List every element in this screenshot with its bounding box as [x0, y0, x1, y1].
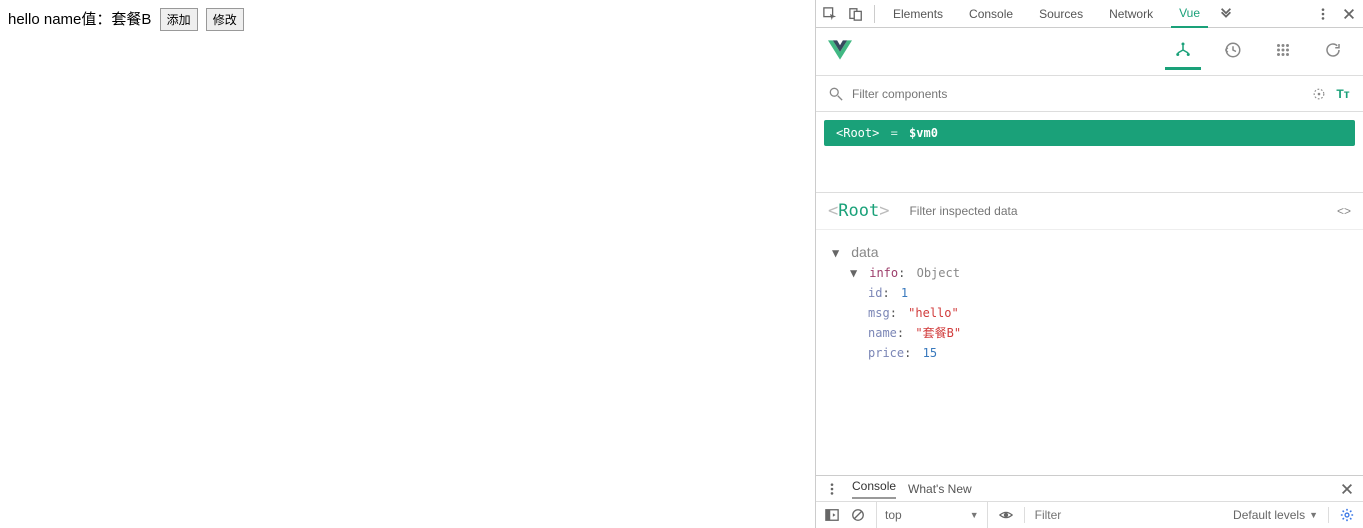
kebab-menu-icon[interactable] [1315, 6, 1331, 22]
components-tab-button[interactable] [1165, 34, 1201, 70]
toggle-code-icon[interactable]: <> [1337, 204, 1351, 218]
dropdown-icon: ▼ [970, 510, 979, 520]
caret-down-icon: ▼ [850, 263, 862, 283]
name-label: name值： [40, 11, 112, 28]
page-content: hello name值：套餐B 添加 修改 [0, 0, 815, 528]
vue-logo-icon [828, 38, 852, 65]
format-icon[interactable]: Tт [1335, 86, 1351, 102]
data-heading: data [851, 244, 878, 260]
inspect-icon[interactable] [822, 6, 838, 22]
bracket-open: < [828, 201, 838, 221]
prop-id-row[interactable]: id: 1 [832, 283, 1347, 303]
context-selector[interactable]: top ▼ [876, 502, 988, 528]
component-tree: <Root> = $vm0 [816, 112, 1363, 192]
devtools-panel: Elements Console Sources Network Vue [815, 0, 1363, 528]
console-drawer: Console What's New top ▼ [816, 475, 1363, 528]
more-tabs-icon[interactable] [1218, 6, 1234, 22]
key-info: info [869, 266, 898, 280]
console-toolbar: top ▼ Default levels ▼ [816, 502, 1363, 528]
divider [1024, 507, 1025, 523]
bracket-close: > [879, 201, 889, 221]
history-tab-button[interactable] [1215, 34, 1251, 70]
greeting-text: hello [8, 11, 40, 28]
context-label: top [885, 508, 902, 522]
sidebar-toggle-icon[interactable] [824, 507, 840, 523]
edit-button[interactable]: 修改 [206, 8, 244, 31]
close-icon[interactable] [1339, 481, 1355, 497]
vm-ref-label: $vm0 [909, 126, 938, 140]
console-filter-input[interactable] [1035, 508, 1223, 522]
prop-price-row[interactable]: price: 15 [832, 343, 1347, 363]
details-body: ▼ data ▼ info: Object id: 1 msg: "hello"… [816, 230, 1363, 475]
devtools-tab-bar: Elements Console Sources Network Vue [816, 0, 1363, 28]
info-object-row[interactable]: ▼ info: Object [832, 263, 1347, 283]
val-name: "套餐B" [915, 326, 961, 340]
tab-elements[interactable]: Elements [885, 1, 951, 27]
filter-components-row: Tт [816, 76, 1363, 112]
device-icon[interactable] [848, 6, 864, 22]
tab-network[interactable]: Network [1101, 1, 1161, 27]
val-id: 1 [901, 286, 908, 300]
kebab-menu-icon[interactable] [824, 481, 840, 497]
vue-devtools-header [816, 28, 1363, 76]
name-value: 套餐B [111, 11, 151, 28]
levels-label: Default levels [1233, 508, 1305, 522]
equals-label: = [883, 126, 905, 140]
details-root-tag: <Root> [828, 201, 889, 221]
drawer-tab-whats-new[interactable]: What's New [908, 482, 972, 496]
clear-icon[interactable] [850, 507, 866, 523]
val-object: Object [917, 266, 960, 280]
key-name: name [868, 326, 897, 340]
console-drawer-tabs: Console What's New [816, 476, 1363, 502]
root-name: Root [838, 201, 879, 221]
add-button[interactable]: 添加 [160, 8, 198, 31]
tab-vue[interactable]: Vue [1171, 0, 1208, 28]
divider [1328, 507, 1329, 523]
divider [874, 5, 875, 23]
component-details: <Root> <> ▼ data ▼ info: Object id: 1 [816, 192, 1363, 475]
caret-down-icon: ▼ [832, 243, 844, 263]
gear-icon[interactable] [1339, 507, 1355, 523]
close-icon[interactable] [1341, 6, 1357, 22]
details-header: <Root> <> [816, 193, 1363, 230]
val-price: 15 [923, 346, 937, 360]
levels-selector[interactable]: Default levels ▼ [1233, 508, 1318, 522]
filter-components-input[interactable] [852, 87, 1303, 101]
prop-name-row[interactable]: name: "套餐B" [832, 323, 1347, 343]
filter-inspected-input[interactable] [909, 204, 1327, 218]
tab-console[interactable]: Console [961, 1, 1021, 27]
component-root-label: <Root> [836, 126, 879, 140]
search-icon [828, 86, 844, 102]
drawer-tab-console[interactable]: Console [852, 479, 896, 499]
data-section[interactable]: ▼ data [832, 242, 1347, 263]
dropdown-icon: ▼ [1309, 510, 1318, 520]
val-msg: "hello" [908, 306, 959, 320]
prop-msg-row[interactable]: msg: "hello" [832, 303, 1347, 323]
component-root-item[interactable]: <Root> = $vm0 [824, 120, 1355, 146]
key-id: id [868, 286, 882, 300]
refresh-tab-button[interactable] [1315, 34, 1351, 70]
key-msg: msg [868, 306, 890, 320]
grid-tab-button[interactable] [1265, 34, 1301, 70]
eye-icon[interactable] [998, 507, 1014, 523]
tab-sources[interactable]: Sources [1031, 1, 1091, 27]
key-price: price [868, 346, 904, 360]
target-icon[interactable] [1311, 86, 1327, 102]
